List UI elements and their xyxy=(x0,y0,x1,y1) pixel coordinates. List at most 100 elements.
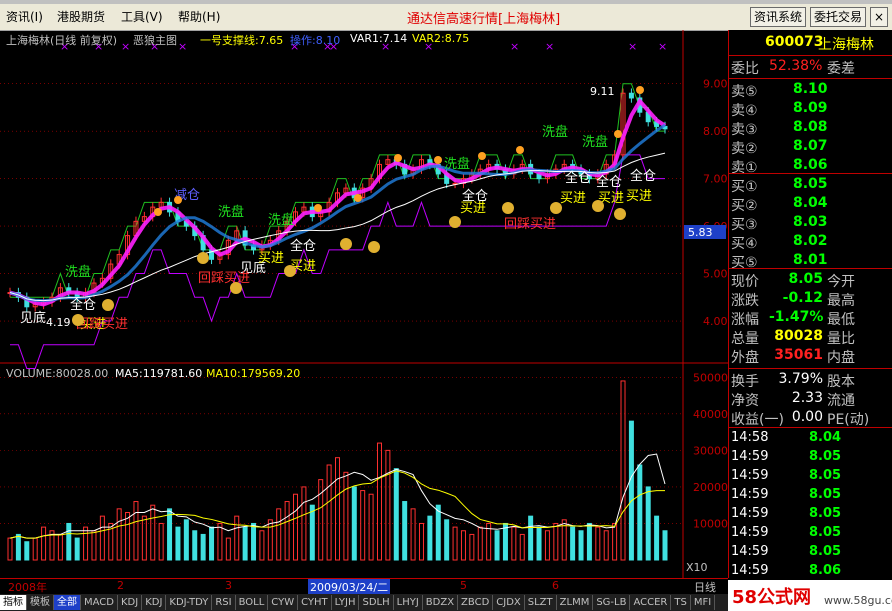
stat-label: 外盘 xyxy=(731,350,759,366)
stat2-label: 净资 xyxy=(731,393,759,409)
money-bag-icon xyxy=(502,202,514,214)
stat2-label-2: PE(动) xyxy=(827,412,870,428)
stat-label: 涨幅 xyxy=(731,312,759,328)
volume-bar xyxy=(570,526,576,561)
kline-chart-panel[interactable]: 9.008.007.006.005.004.005000040000300002… xyxy=(0,30,729,578)
volume-bar xyxy=(150,504,156,561)
buy-row: 买④ 8.02 xyxy=(729,233,892,252)
indicator-tab[interactable]: KDJ xyxy=(118,595,143,610)
indicator-tab[interactable]: ACCER xyxy=(630,595,672,610)
volume-bar xyxy=(116,508,122,561)
tick-row: 14:59 8.05 xyxy=(729,506,892,525)
tick-row: 14:59 8.05 xyxy=(729,525,892,544)
volume-bar xyxy=(74,537,80,561)
signal-label: 全仓 xyxy=(565,170,591,186)
trade-button[interactable]: 委托交易 xyxy=(810,7,866,27)
close-icon[interactable]: × xyxy=(870,7,888,27)
period-label: 日线 xyxy=(694,581,716,594)
signal-label: 全仓 xyxy=(290,238,316,254)
volume-bar xyxy=(158,522,164,561)
volume-bar xyxy=(99,515,105,561)
stat2-row: 收益(一) 0.00 PE(动) xyxy=(729,409,892,428)
volume-bar xyxy=(418,522,424,561)
var1-label: VAR1:7.14 xyxy=(350,32,408,45)
sell-label: 卖① xyxy=(731,160,758,176)
indicator-tab[interactable]: 指标 xyxy=(0,595,27,610)
volume-bar xyxy=(645,486,651,561)
volume-bar xyxy=(251,522,257,561)
volume-bar xyxy=(24,541,30,561)
indicator-tab[interactable]: 模板 xyxy=(27,595,54,610)
volume-bar xyxy=(402,501,408,561)
runner-icon xyxy=(174,196,182,204)
stat-row: 涨跌 -0.12 最高 xyxy=(729,290,892,309)
indicator-tab[interactable]: SG-LB xyxy=(593,595,631,610)
stat-value: 80028 xyxy=(774,328,823,344)
stat-label-2: 量比 xyxy=(827,331,855,347)
volume-bar xyxy=(519,533,525,561)
indicator-tab[interactable]: ZLMM xyxy=(557,595,594,610)
indicator-tab[interactable]: ZBCD xyxy=(458,595,494,610)
indicator-tab[interactable]: SDLH xyxy=(359,595,394,610)
buy-price: 8.03 xyxy=(793,214,828,230)
indicator-tab[interactable]: TS xyxy=(671,595,691,610)
volume-bar xyxy=(469,533,475,561)
menu-hk-futures[interactable]: 港股期货 xyxy=(57,8,105,25)
volume-bar xyxy=(32,537,38,561)
indicator-tab[interactable]: CJDX xyxy=(493,595,525,610)
runner-icon xyxy=(478,152,486,160)
volume-bar xyxy=(662,530,668,561)
money-bag-icon xyxy=(284,265,296,277)
signal-marker-icon: × xyxy=(628,40,637,53)
menu-tools[interactable]: 工具(V) xyxy=(121,8,163,25)
signal-label: 洗盘 xyxy=(542,124,568,140)
buy-price: 8.02 xyxy=(793,233,828,249)
indicator-tab[interactable]: LHYJ xyxy=(394,595,423,610)
volume-bar xyxy=(494,530,500,561)
signal-label: 洗盘 xyxy=(268,212,294,228)
sell-label: 卖③ xyxy=(731,122,758,138)
volume-bar xyxy=(217,522,223,561)
volume-bar xyxy=(276,508,282,561)
money-bag-icon xyxy=(197,252,209,264)
indicator-tab[interactable]: MFI xyxy=(691,595,716,610)
volume-label: VOLUME:80028.00 xyxy=(6,367,109,380)
indicator-tab[interactable]: MACD xyxy=(81,595,118,610)
signal-label: 洗盘 xyxy=(65,264,91,280)
indicator-tab[interactable]: RSI xyxy=(212,595,236,610)
tick-row: 14:59 8.05 xyxy=(729,544,892,563)
indicator-tab[interactable]: KDJ xyxy=(142,595,167,610)
indicator-tab[interactable]: CYW xyxy=(268,595,299,610)
volume-ma10-line xyxy=(9,470,665,539)
volume-bar xyxy=(326,464,332,561)
indicator-tab[interactable]: BOLL xyxy=(236,595,269,610)
volume-bar xyxy=(502,522,508,561)
stat-label-2: 最高 xyxy=(827,293,855,309)
signal-marker-icon: × xyxy=(545,40,554,53)
indicator-tab[interactable]: LYJH xyxy=(332,595,360,610)
money-bag-icon xyxy=(230,282,242,294)
menu-help[interactable]: 帮助(H) xyxy=(178,8,220,25)
kline-chart[interactable]: 9.008.007.006.005.004.005000040000300002… xyxy=(0,30,728,578)
indicator-tab[interactable]: BDZX xyxy=(423,595,459,610)
signal-label: 全仓 xyxy=(596,174,622,190)
volume-bar xyxy=(536,526,542,561)
indicator-tab[interactable]: CYHT xyxy=(298,595,332,610)
tick-time: 14:59 xyxy=(731,525,769,540)
info-system-button[interactable]: 资讯系统 xyxy=(750,7,806,27)
volume-bar xyxy=(376,442,382,561)
price-tick-label: 8.00 xyxy=(703,125,728,138)
indicator-tab[interactable]: 全部 xyxy=(54,595,81,610)
sell-row: 卖⑤ 8.10 xyxy=(729,81,892,100)
menu-info[interactable]: 资讯(I) xyxy=(6,8,43,25)
indicator-tab[interactable]: SLZT xyxy=(525,595,557,610)
sell-price: 8.08 xyxy=(793,119,828,135)
tick-price: 8.05 xyxy=(809,525,842,540)
volume-bar xyxy=(242,526,248,561)
volume-bar xyxy=(586,522,592,561)
volume-bar xyxy=(578,530,584,561)
indicator-tab[interactable]: KDJ-TDY xyxy=(166,595,213,610)
watermark-url: www.58gu.com xyxy=(824,594,892,607)
stock-code-row: 600073 上海梅林 xyxy=(729,34,892,54)
buy-label: 买② xyxy=(731,198,758,214)
